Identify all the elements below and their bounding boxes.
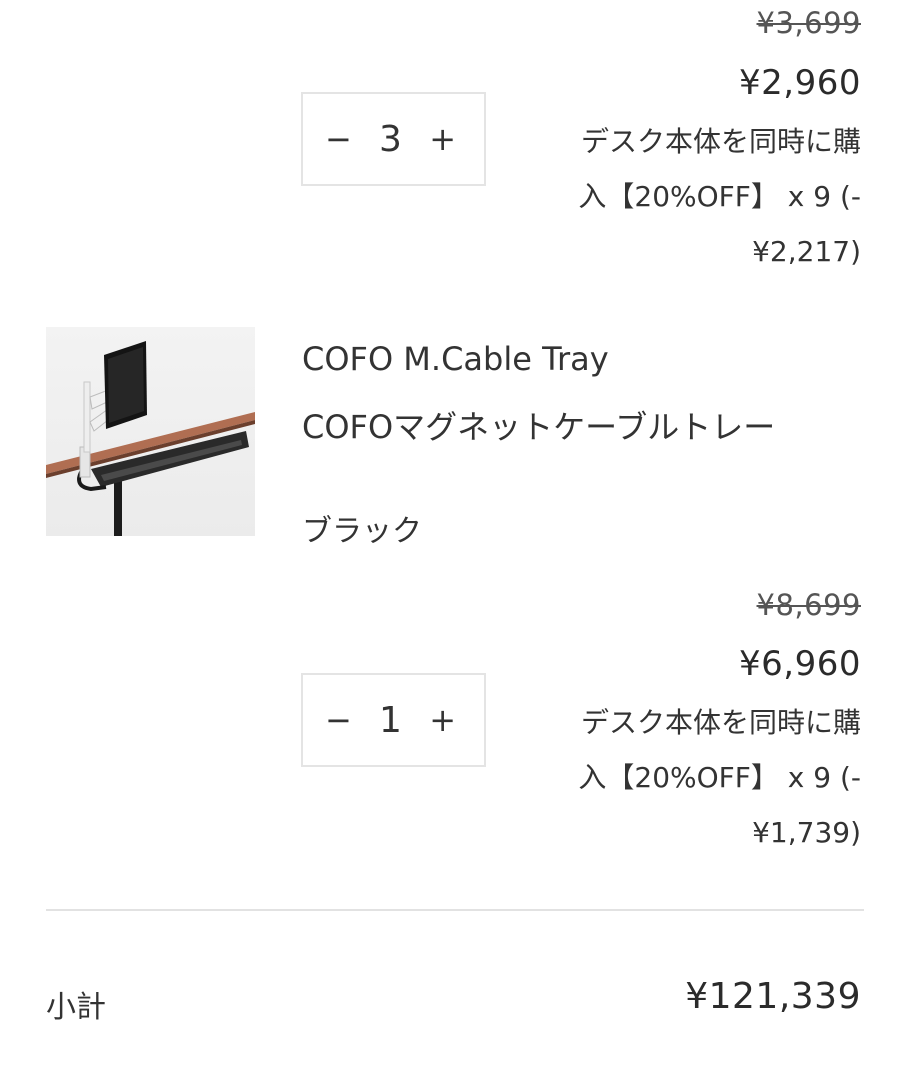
increase-quantity-button[interactable]: +: [429, 701, 456, 739]
product-title-ja[interactable]: COFOマグネットケーブルトレー: [302, 402, 775, 448]
product-title[interactable]: COFO M.Cable Tray: [302, 340, 609, 378]
quantity-stepper: − 3 +: [301, 92, 486, 186]
divider: [46, 909, 864, 911]
variant-label: ブラック: [302, 514, 422, 549]
discount-line: ¥1,739): [752, 816, 861, 849]
decrease-quantity-button[interactable]: −: [325, 701, 352, 739]
decrease-quantity-button[interactable]: −: [325, 120, 352, 158]
subtotal-value: ¥121,339: [685, 976, 861, 1017]
discount-line: ¥2,217): [752, 235, 861, 268]
sale-price: ¥6,960: [739, 644, 861, 684]
cart-page: ¥3,699 ¥2,960 − 3 + デスク本体を同時に購 入【20%OFF】…: [0, 0, 911, 1080]
original-price: ¥3,699: [756, 6, 861, 40]
subtotal-label: 小計: [46, 990, 106, 1025]
quantity-stepper: − 1 +: [301, 673, 486, 767]
discount-line: 入【20%OFF】 x 9 (-: [578, 761, 861, 794]
discount-line: デスク本体を同時に購: [580, 706, 861, 739]
discount-note: デスク本体を同時に購 入【20%OFF】 x 9 (- ¥2,217): [531, 114, 861, 279]
discount-line: デスク本体を同時に購: [580, 125, 861, 158]
product-image[interactable]: [46, 327, 255, 536]
discount-line: 入【20%OFF】 x 9 (-: [578, 180, 861, 213]
increase-quantity-button[interactable]: +: [429, 120, 456, 158]
quantity-value: 1: [379, 699, 402, 741]
discount-note: デスク本体を同時に購 入【20%OFF】 x 9 (- ¥1,739): [531, 695, 861, 860]
quantity-value: 3: [379, 118, 402, 160]
original-price: ¥8,699: [756, 588, 861, 622]
monitor-arm-desk-photo-icon: [46, 341, 255, 536]
sale-price: ¥2,960: [739, 63, 861, 103]
